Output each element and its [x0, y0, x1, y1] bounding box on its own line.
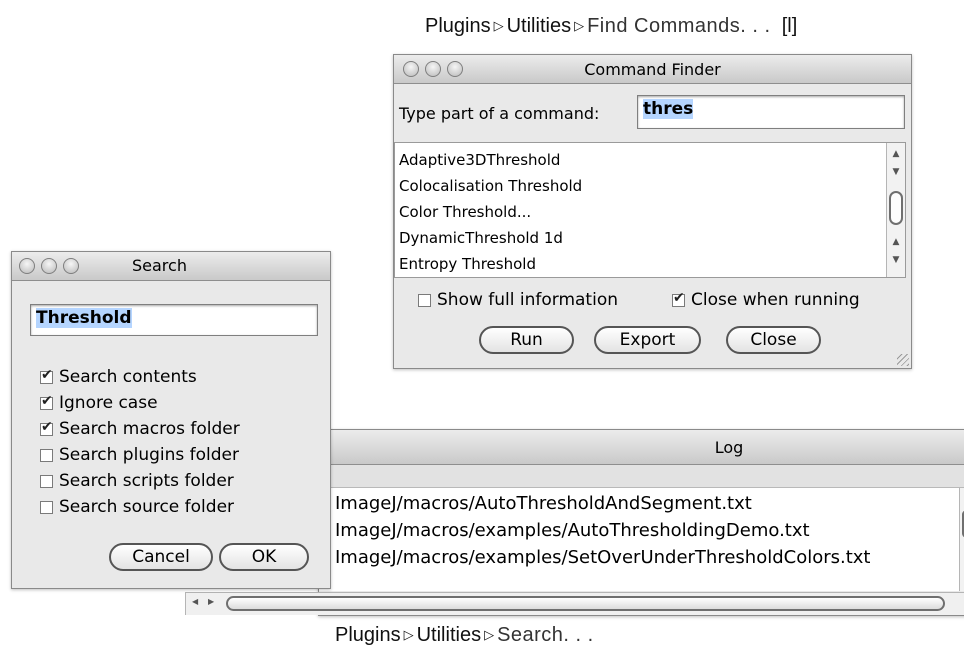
log-title: Log [714, 437, 744, 457]
close-window-icon[interactable] [19, 258, 35, 274]
command-list[interactable]: Adaptive3DThreshold Colocalisation Thres… [394, 142, 906, 278]
log-line[interactable]: ImageJ/macros/examples/AutoThresholdingD… [335, 520, 810, 541]
arrow-left-icon[interactable]: ◀ [192, 597, 198, 606]
checkbox-unchecked-icon[interactable] [418, 293, 431, 307]
cancel-button[interactable]: Cancel [109, 543, 213, 571]
ok-button[interactable]: OK [219, 543, 309, 571]
option-search-scripts-folder[interactable]: Search scripts folder [40, 471, 234, 491]
checkbox-unchecked-icon[interactable] [40, 474, 53, 488]
close-button[interactable]: Close [726, 326, 821, 354]
search-dialog: Search Threshold Search contents Ignore … [11, 251, 331, 589]
bottom-caption: Plugins ▷ Utilities ▷ Search. . . [335, 624, 594, 647]
option-search-plugins-folder[interactable]: Search plugins folder [40, 445, 239, 465]
command-finder-window: Command Finder Type part of a command: t… [393, 54, 912, 369]
command-finder-titlebar[interactable]: Command Finder [394, 55, 911, 84]
caption-shortcut: [l] [781, 15, 798, 37]
top-caption: Plugins ▷ Utilities ▷ Find Commands. . . [l] [425, 15, 797, 38]
command-prompt-label: Type part of a command: [399, 104, 600, 123]
list-item[interactable]: Entropy Threshold [395, 251, 905, 277]
log-line[interactable]: ImageJ/macros/AutoThresholdAndSegment.tx… [335, 493, 752, 514]
close-when-running-checkbox[interactable]: Close when running [672, 290, 860, 310]
command-search-input[interactable]: thres [637, 95, 905, 129]
resize-grip-icon[interactable] [897, 354, 909, 366]
minimize-window-icon[interactable] [41, 258, 57, 274]
checkbox-unchecked-icon[interactable] [40, 448, 53, 462]
zoom-window-icon[interactable] [63, 258, 79, 274]
checkbox-unchecked-icon[interactable] [40, 500, 53, 514]
log-vertical-scrollbar[interactable] [959, 488, 964, 591]
log-horizontal-scrollbar[interactable]: ◀ ▶ [185, 592, 964, 615]
search-input[interactable]: Threshold [30, 304, 318, 336]
export-button[interactable]: Export [594, 326, 701, 354]
caption-find-commands: Find Commands. . . [587, 15, 771, 37]
command-finder-title: Command Finder [584, 59, 721, 79]
log-toolbar-strip [319, 465, 964, 488]
option-search-contents[interactable]: Search contents [40, 367, 197, 387]
list-item[interactable]: Adaptive3DThreshold [395, 143, 905, 173]
list-item[interactable]: Colocalisation Threshold [395, 173, 905, 199]
option-search-macros-folder[interactable]: Search macros folder [40, 419, 240, 439]
option-ignore-case[interactable]: Ignore case [40, 393, 158, 413]
command-list-scroll-thumb[interactable] [889, 191, 903, 225]
caption-utilities: Utilities [506, 15, 572, 37]
menu-separator-icon: ▷ [493, 18, 504, 33]
list-item[interactable]: Color Threshold... [395, 199, 905, 225]
caption-search: Search. . . [497, 624, 594, 646]
checkbox-checked-icon[interactable] [40, 393, 53, 410]
arrow-down-icon[interactable]: ▼ [887, 165, 905, 179]
option-search-source-folder[interactable]: Search source folder [40, 497, 234, 517]
log-titlebar[interactable]: Log [319, 430, 964, 465]
command-list-scrollbar[interactable]: ▲ ▼ ▲ ▼ [886, 143, 905, 277]
show-full-info-checkbox[interactable]: Show full information [418, 290, 618, 310]
caption-plugins: Plugins [425, 15, 491, 37]
log-line[interactable]: ImageJ/macros/examples/SetOverUnderThres… [335, 547, 871, 568]
arrow-up-icon[interactable]: ▲ [887, 235, 905, 249]
menu-separator-icon: ▷ [403, 627, 414, 642]
run-button[interactable]: Run [479, 326, 574, 354]
list-item[interactable]: DynamicThreshold 1d [395, 225, 905, 251]
caption-utilities: Utilities [416, 624, 482, 646]
arrow-down-icon[interactable]: ▼ [887, 253, 905, 267]
window-controls [19, 258, 79, 274]
search-title: Search [132, 256, 187, 275]
search-titlebar[interactable]: Search [12, 252, 330, 281]
checkbox-checked-icon[interactable] [672, 290, 685, 307]
arrow-up-icon[interactable]: ▲ [887, 147, 905, 161]
caption-plugins: Plugins [335, 624, 401, 646]
menu-separator-icon: ▷ [574, 18, 585, 33]
arrow-right-icon[interactable]: ▶ [208, 597, 214, 606]
menu-separator-icon: ▷ [484, 627, 495, 642]
checkbox-checked-icon[interactable] [40, 367, 53, 384]
log-hscroll-thumb[interactable] [226, 596, 945, 611]
checkbox-checked-icon[interactable] [40, 419, 53, 436]
